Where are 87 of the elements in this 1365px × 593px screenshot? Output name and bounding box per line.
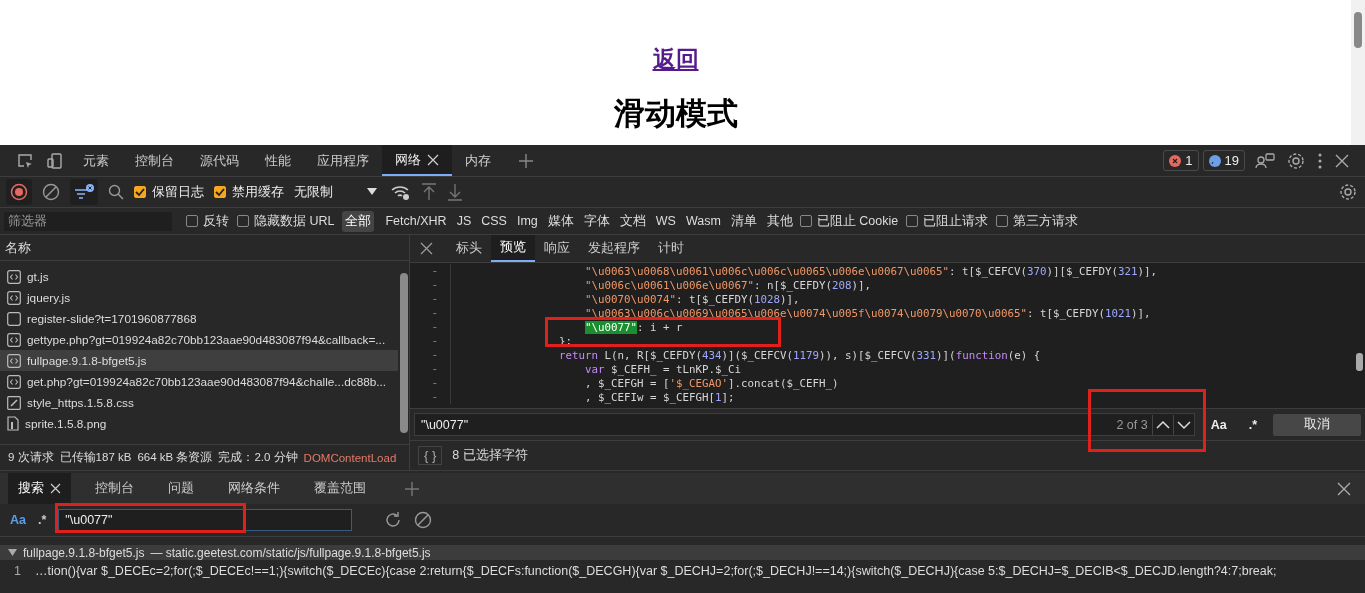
request-row[interactable]: style_https.1.5.8.css [0, 392, 398, 413]
request-row[interactable]: sprite.1.5.8.png [0, 413, 398, 434]
type-filter-button[interactable]: Fetch/XHR [382, 212, 450, 230]
search-result-header[interactable]: fullpage.9.1.8-bfget5.js — static.geetest.com/static/js/fullpage.9.1.8-bfget5.js [0, 545, 1365, 560]
filter-field[interactable]: 筛选器 [4, 211, 172, 231]
match-case-button[interactable]: Aa [10, 513, 26, 527]
line-gutter-mark: - [410, 264, 451, 278]
line-gutter-mark: - [410, 348, 451, 362]
line-gutter-mark: - [410, 320, 451, 334]
type-filter-button[interactable]: 全部 [342, 210, 375, 232]
line-gutter-mark: - [410, 362, 451, 376]
type-filter-button[interactable]: JS [453, 212, 475, 230]
request-row[interactable]: gettype.php?gt=019924a82c70bb123aae90d483087f94&callback=... [0, 329, 398, 350]
search-result-row[interactable]: 1 …tion(){var $_DECEc=2;for(;$_DECEc!==1;){switch($_DECEc){case 2:return{$_DECFs:function($_DECGH){var $_DECHJ=2;for(;$_DECHJ!==14;){switch($_DECHJ){case 5:$_DECHJ=$_DECIB<$_DECJD.length?4:7;break; [0, 560, 1365, 582]
drawer-tab[interactable]: 问题 [158, 473, 204, 504]
detail-tab[interactable]: 标头 [447, 235, 491, 262]
drawer-tab[interactable]: 覆盖范围 [304, 473, 376, 504]
regex-button[interactable]: .* [1242, 417, 1263, 432]
summary-text: DOMContentLoad [303, 451, 397, 464]
code-line: "\u0063\u006c\u0069\u0065\u006e\u0074\u005f\u0074\u0079\u0070\u0065": t[$_CEFDY(1021)], [584, 306, 1151, 320]
type-filter-button[interactable]: 清单 [727, 210, 760, 232]
summary-text: 完成：2.0 分钟 [218, 450, 298, 465]
type-filter-button[interactable]: WS [652, 212, 679, 230]
code-line: , $_CEFGH = ['$_CEGAO'].concat($_CEFH_) [584, 376, 839, 390]
filter-checkbox[interactable]: 已阻止请求 [906, 212, 989, 230]
type-filter-button[interactable]: 其他 [763, 210, 796, 232]
message-count-badge[interactable]: 19 [1202, 150, 1245, 171]
drawer-tab[interactable]: 控制台 [85, 473, 144, 504]
filter-checkbox[interactable]: 已阻止 Cookie [799, 212, 899, 230]
cancel-button[interactable]: 取消 [1273, 413, 1361, 436]
type-filter-button[interactable]: Wasm [682, 212, 724, 230]
page-heading: 滑动模式 [613, 95, 738, 133]
code-line: "\u0063\u0068\u0061\u006c\u006c\u0065\u006e\u0067\u0065": t[$_CEFCV(370)][$_CEFDY(321)], [584, 264, 1158, 278]
line-gutter-mark: - [410, 306, 451, 320]
panel-tab[interactable]: 网络 [382, 145, 452, 176]
panel-tab[interactable]: 性能 [252, 145, 304, 176]
type-filter-button[interactable]: 文档 [616, 210, 649, 232]
type-filter-button[interactable]: Img [513, 212, 541, 230]
code-line: var $_CEFH_ = tLnKP.$_Ci [584, 362, 742, 376]
detail-tab[interactable]: 计时 [649, 235, 693, 262]
line-gutter-mark: - [410, 334, 451, 348]
pretty-print-button[interactable]: { } [418, 446, 443, 465]
code-line: "\u0077": i + r [584, 320, 683, 334]
search-field[interactable]: "\u0077" [58, 509, 353, 531]
drawer-tab[interactable]: 网络条件 [218, 473, 290, 504]
panel-tab[interactable]: 元素 [70, 145, 122, 176]
summary-text: 已传输187 kB [59, 450, 132, 465]
request-row[interactable]: gt.js [0, 266, 398, 287]
filter-checkbox[interactable]: 隐藏数据 URL [237, 212, 335, 230]
match-count: 2 of 3 [1116, 417, 1148, 432]
type-filter-button[interactable]: 字体 [580, 210, 613, 232]
request-row[interactable]: register-slide?t=1701960877868 [0, 308, 398, 329]
detail-tab[interactable]: 发起程序 [579, 235, 649, 262]
type-filter-button[interactable]: 媒体 [544, 210, 577, 232]
summary-text: 664 kB 条资源 [137, 450, 213, 465]
code-line: , $_CEFIw = $_CEFGH[1]; [584, 390, 735, 404]
filter-checkbox[interactable]: 反转 [186, 212, 229, 230]
back-link[interactable]: 返回 [652, 44, 699, 75]
line-gutter-mark: - [410, 376, 451, 390]
filter-checkbox[interactable]: 第三方请求 [996, 212, 1079, 230]
code-line: "\u006c\u0061\u006e\u0067": n[$_CEFDY(208)], [584, 278, 872, 292]
match-case-button[interactable]: Aa [1204, 417, 1233, 432]
disable-cache-checkbox[interactable]: 禁用缓存 [214, 183, 284, 201]
preserve-log-checkbox[interactable]: 保留日志 [134, 183, 204, 201]
drawer-tab[interactable]: 搜索 [8, 473, 71, 504]
line-gutter-mark: - [410, 292, 451, 306]
column-header[interactable]: 名称 [5, 238, 31, 257]
line-gutter-mark: - [410, 390, 451, 404]
request-row[interactable]: fullpage.9.1.8-bfget5.js [0, 350, 398, 371]
code-line: return L(n, R[$_CEFDY(434)]($_CEFCV(1179)), s)[$_CEFCV(331)](function(e) { [558, 348, 1041, 362]
line-gutter-mark: - [410, 278, 451, 292]
panel-tab[interactable]: 控制台 [122, 145, 187, 176]
error-count-badge[interactable]: 1 [1163, 150, 1199, 171]
type-filter-button[interactable]: CSS [478, 212, 510, 230]
panel-tab[interactable]: 内存 [452, 145, 504, 176]
find-field[interactable]: "\u0077" 2 of 3 [414, 413, 1195, 436]
request-row[interactable]: jquery.js [0, 287, 398, 308]
throttle-dropdown[interactable]: 无限制 [294, 183, 377, 201]
panel-tab[interactable]: 源代码 [187, 145, 252, 176]
detail-tab[interactable]: 预览 [491, 235, 535, 262]
detail-tab[interactable]: 响应 [535, 235, 579, 262]
regex-button[interactable]: .* [38, 513, 47, 527]
summary-text: 9 次请求 [8, 450, 54, 465]
panel-tab[interactable]: 应用程序 [304, 145, 382, 176]
request-row[interactable]: get.php?gt=019924a82c70bb123aae90d483087f94&challe...dc88b... [0, 371, 398, 392]
selection-status: 8 已选择字符 [452, 447, 528, 464]
code-line: "\u0070\u0074": t[$_CEFDY(1028)], [584, 292, 800, 306]
